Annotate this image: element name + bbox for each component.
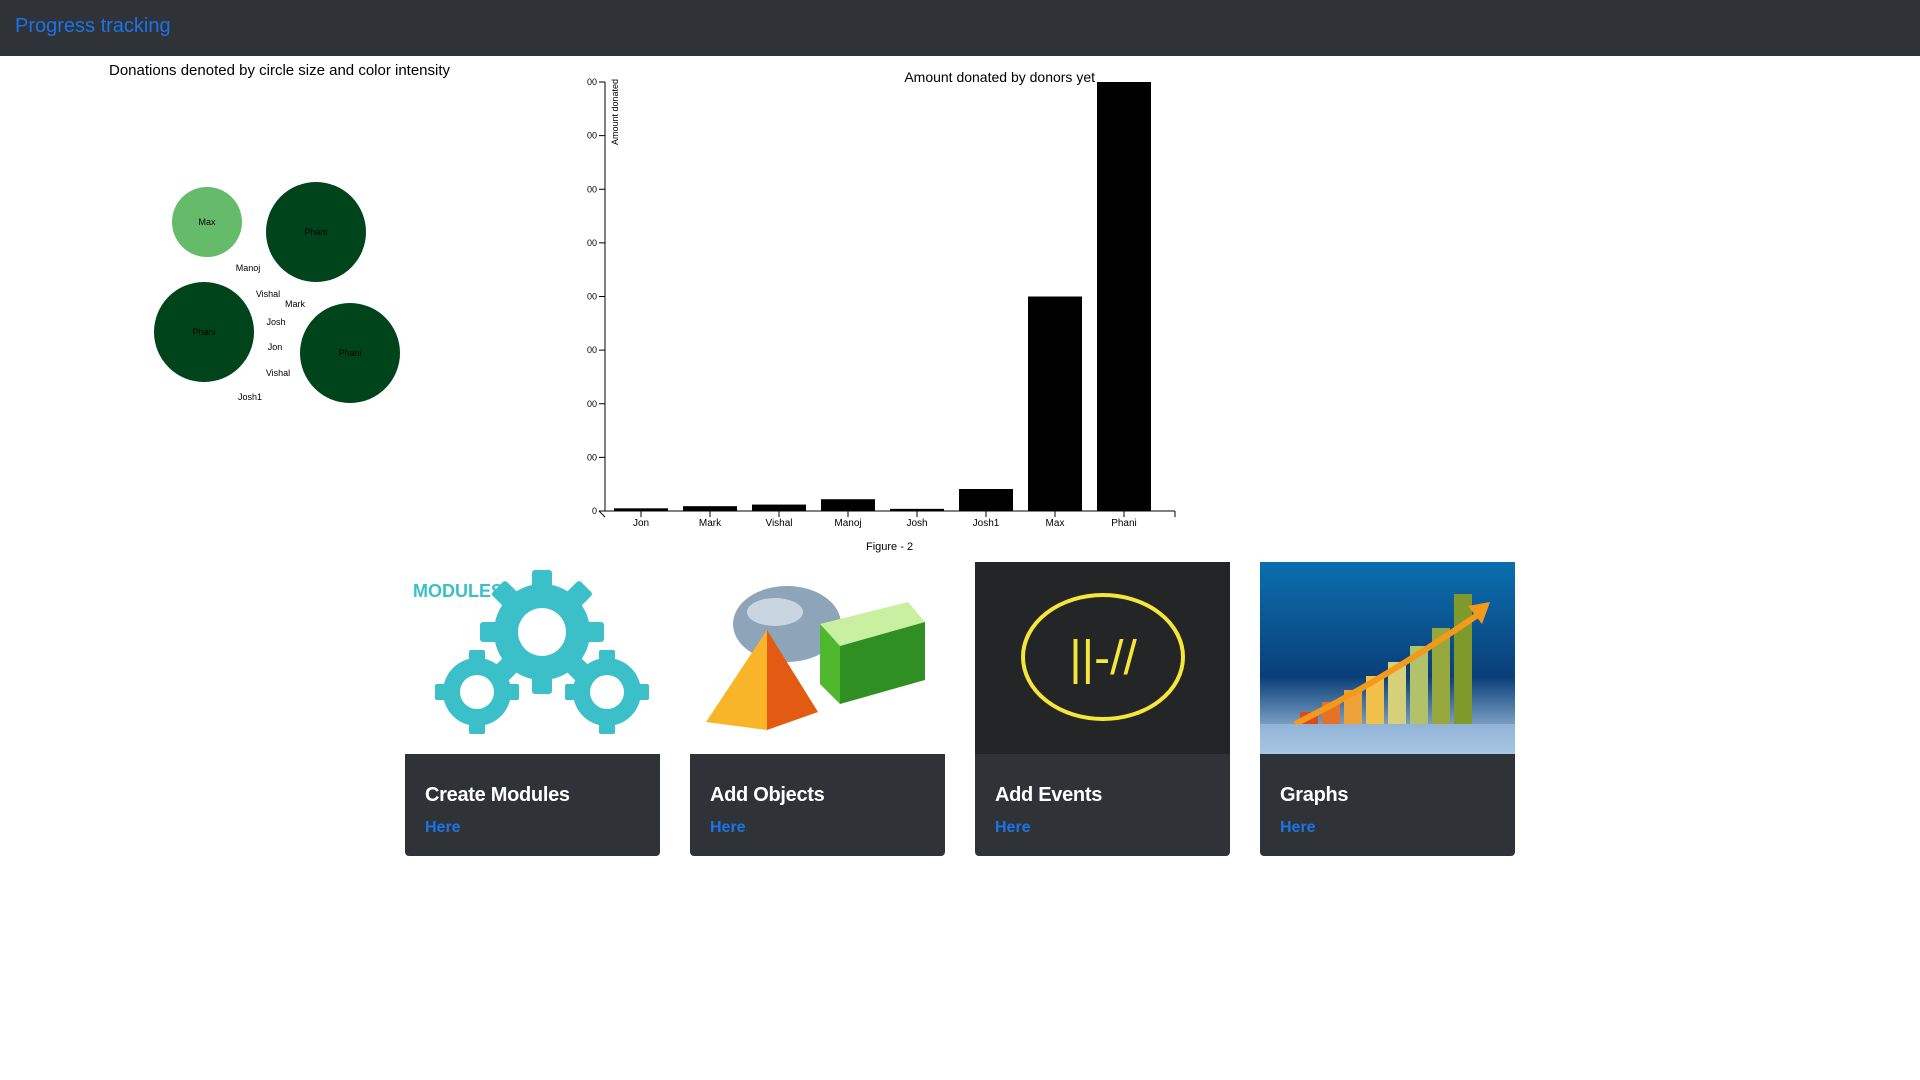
card-title: Add Objects xyxy=(710,784,825,806)
bubble-label: Jon xyxy=(268,342,283,352)
x-tick-label: Manoj xyxy=(834,518,861,529)
x-tick-label: Mark xyxy=(699,518,722,529)
y-tick-label: 00 xyxy=(587,238,597,248)
y-axis-label: Amount donated xyxy=(610,79,620,145)
bubble-label: Phani xyxy=(304,227,327,237)
card-body: Add Events Here xyxy=(975,754,1230,856)
bubble-node: Phani xyxy=(300,303,400,403)
bubble-label: Manoj xyxy=(236,263,261,273)
bubble-label: Max xyxy=(198,217,216,227)
brand-link[interactable]: Progress tracking xyxy=(15,15,171,38)
y-tick-label: 00 xyxy=(587,77,597,87)
y-tick-label: 00 xyxy=(587,184,597,194)
bubble-node: Vishal xyxy=(256,289,280,299)
bubble-node: Manoj xyxy=(236,263,261,273)
bubble-node: Max xyxy=(172,187,242,257)
modules-gears-image: MODULES xyxy=(405,562,660,754)
bubble-label: Mark xyxy=(285,299,305,309)
graphs-link[interactable]: Here xyxy=(1280,819,1316,837)
modules-image-text: MODULES xyxy=(413,581,503,601)
card-create-modules: MODULES Create Modules Here xyxy=(405,562,660,856)
bubble-node: Mark xyxy=(285,299,305,309)
card-add-objects: Add Objects Here xyxy=(690,562,945,856)
bar xyxy=(1028,296,1082,511)
card-title: Create Modules xyxy=(425,784,570,806)
bubble-node: Josh1 xyxy=(238,392,262,402)
bubble-label: Josh xyxy=(266,317,285,327)
x-tick-label: Max xyxy=(1046,518,1065,529)
bubble-label: Phani xyxy=(338,348,361,358)
card-title: Add Events xyxy=(995,784,1103,806)
y-tick-label: 00 xyxy=(587,345,597,355)
bubble-node: Vishal xyxy=(266,368,290,378)
y-tick-label: 00 xyxy=(587,452,597,462)
bubble-label: Vishal xyxy=(256,289,280,299)
navbar: Progress tracking xyxy=(0,0,1920,56)
card-body: Add Objects Here xyxy=(690,754,945,856)
bar xyxy=(614,508,668,511)
bar xyxy=(683,506,737,511)
bar-chart-title: Amount donated by donors yet xyxy=(904,69,1095,85)
bar xyxy=(1097,82,1151,511)
growth-graph-image xyxy=(1260,562,1515,754)
card-body: Create Modules Here xyxy=(405,754,660,856)
bubble-node: Phani xyxy=(266,182,366,282)
bar xyxy=(890,508,944,511)
x-tick-label: Phani xyxy=(1111,518,1137,529)
bar-chart: 00000000000000000Jon Mark Vishal Manoj Josh J… xyxy=(587,69,1176,529)
bar xyxy=(959,489,1013,511)
card-graphs: Graphs Here xyxy=(1260,562,1515,856)
y-tick-label: 00 xyxy=(587,131,597,141)
figure-caption: Figure - 2 xyxy=(866,541,914,553)
card-body: Graphs Here xyxy=(1260,754,1515,856)
card-add-events: ||-// Add Events Here xyxy=(975,562,1230,856)
3d-shapes-image xyxy=(690,562,945,754)
bubble-chart-title: Donations denoted by circle size and col… xyxy=(109,62,451,79)
y-tick-label: 0 xyxy=(592,506,597,516)
bubble-label: Phani xyxy=(192,327,215,337)
x-tick-label: Josh1 xyxy=(973,518,1000,529)
x-tick-label: Vishal xyxy=(765,518,792,529)
x-tick-label: Josh xyxy=(906,518,927,529)
bar xyxy=(752,504,806,511)
bubble-label: Josh1 xyxy=(238,392,262,402)
bubble-node: Phani xyxy=(154,282,254,382)
add-objects-link[interactable]: Here xyxy=(710,819,746,837)
y-tick-label: 00 xyxy=(587,292,597,302)
bubble-node: Jon xyxy=(268,342,283,352)
events-logo-image: ||-// xyxy=(975,562,1230,754)
bubble-chart: Max Phani Manoj Vishal Mark Phani Josh Jon Phani… xyxy=(154,182,400,403)
add-events-link[interactable]: Here xyxy=(995,819,1031,837)
events-image-text: ||-// xyxy=(1069,632,1137,685)
bar xyxy=(821,499,875,511)
x-tick-label: Jon xyxy=(633,518,649,529)
create-modules-link[interactable]: Here xyxy=(425,819,461,837)
bubble-node: Josh xyxy=(266,317,285,327)
y-tick-label: 00 xyxy=(587,399,597,409)
bubble-label: Vishal xyxy=(266,368,290,378)
x-axis-start-tick xyxy=(598,510,606,518)
card-title: Graphs xyxy=(1280,784,1349,806)
